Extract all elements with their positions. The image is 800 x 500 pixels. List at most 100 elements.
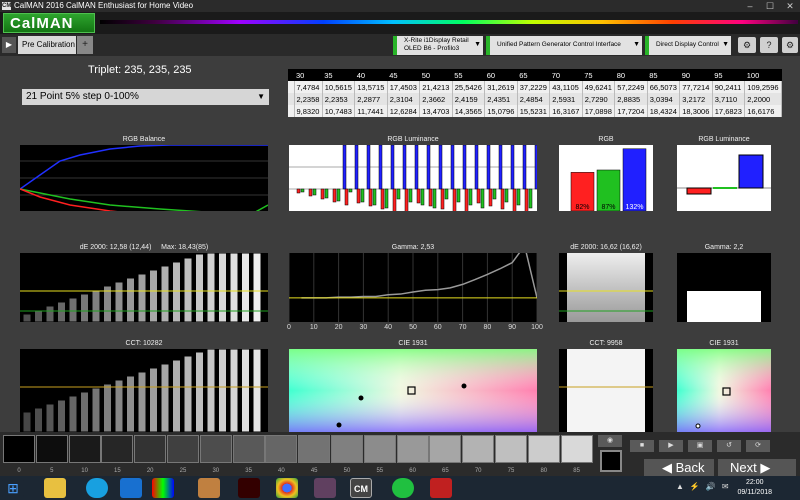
table-cell: 17,4503	[387, 81, 421, 93]
patch-swatch[interactable]	[560, 435, 593, 463]
red-luminance-bar	[452, 188, 457, 211]
options-button[interactable]: ⚙	[782, 37, 798, 53]
table-cell: 12,6284	[387, 105, 421, 117]
table-cell: 37,2229	[517, 81, 551, 93]
volume-icon[interactable]: 🔊	[706, 482, 716, 491]
de-bar	[80, 293, 89, 322]
blue-luminance-bar	[402, 145, 407, 190]
patch-label: 75	[507, 468, 515, 474]
whatsapp-icon[interactable]	[392, 478, 414, 498]
blue-luminance-bar	[522, 145, 527, 190]
help-button[interactable]: ?	[760, 37, 778, 53]
app-icon-red[interactable]	[430, 478, 452, 498]
patch-swatch[interactable]	[199, 435, 232, 463]
table-cell: 70	[549, 69, 583, 81]
teamviewer-icon[interactable]	[120, 478, 142, 498]
patch-swatch[interactable]	[429, 435, 462, 463]
table-cell: 25,5426	[452, 81, 486, 93]
display-control-name: Direct Display Control	[656, 41, 719, 48]
skype-icon[interactable]	[86, 478, 108, 498]
save-icon[interactable]: ▣	[688, 440, 712, 452]
loop-icon[interactable]: ↺	[717, 440, 741, 452]
table-cell: 45	[387, 69, 420, 81]
minimize-button[interactable]: –	[740, 0, 760, 12]
tab-pre-calibration[interactable]: Pre Calibration	[18, 36, 76, 54]
green-luminance-bar	[713, 187, 737, 189]
patch-swatch[interactable]	[35, 435, 68, 463]
chart-title: CCT: 9958	[589, 340, 623, 347]
patch-swatch[interactable]	[527, 435, 560, 463]
gamma-x-tick: 70	[458, 324, 467, 331]
red-luminance-bar	[392, 188, 397, 211]
patch-swatch[interactable]	[363, 435, 396, 463]
add-tab-button[interactable]: +	[77, 36, 93, 54]
next-button[interactable]: Next ▶	[718, 459, 796, 476]
blue-luminance-bar	[366, 145, 371, 190]
patch-label: 15	[114, 468, 121, 474]
chrome-icon[interactable]	[276, 478, 298, 498]
patch-label: 50	[343, 468, 351, 474]
calman-taskbar-icon[interactable]: CM	[350, 478, 372, 498]
chart-title: Gamma: 2,2	[704, 244, 744, 251]
meter-device-select[interactable]: X-Rite i1Display Retail OLED B6 - Profil…	[393, 36, 483, 55]
maximize-button[interactable]: ☐	[760, 0, 780, 12]
gamma-chart: Gamma: 2,53 0 10 20 30 40 50 60 70 80 90 100	[287, 244, 543, 334]
gamma-x-tick: 30	[359, 324, 368, 331]
display-control-select[interactable]: Direct Display Control ▼	[645, 36, 731, 55]
back-button[interactable]: ◀ Back	[644, 459, 714, 476]
rgb-bar-label: 87%	[601, 204, 615, 211]
play-icon[interactable]: ▶	[659, 440, 683, 452]
paint-icon[interactable]	[198, 478, 220, 498]
notification-icon[interactable]: ✉	[722, 482, 729, 491]
table-cell: 66,5073	[647, 81, 681, 93]
chart-title: Gamma: 2,53	[391, 244, 435, 251]
patch-swatch[interactable]	[232, 435, 265, 463]
patch-swatch[interactable]	[134, 435, 167, 463]
settings-button[interactable]: ⚙	[738, 37, 756, 53]
de-bar	[241, 253, 250, 322]
pattern-generator-select[interactable]: Unified Pattern Generator Control Interf…	[486, 36, 642, 55]
patch-swatch[interactable]	[167, 435, 199, 463]
file-explorer-icon[interactable]	[44, 478, 66, 498]
stop-measure-button[interactable]	[600, 450, 622, 472]
patch-swatch[interactable]	[462, 435, 495, 463]
chart-title: CCT: 10282	[125, 340, 163, 347]
media-app-icon[interactable]	[314, 478, 336, 498]
patch-swatch[interactable]	[331, 435, 363, 463]
patch-swatch[interactable]	[298, 435, 331, 463]
tray-arrow-icon[interactable]: ▲	[676, 482, 684, 491]
mode-select[interactable]: 21 Point 5% step 0-100% ▼	[22, 89, 269, 105]
de2000-single-chart: dE 2000: 16,62 (16,62)	[557, 244, 655, 322]
de-bar	[114, 281, 124, 322]
patch-swatch[interactable]	[68, 435, 101, 463]
gamma-x-tick: 40	[384, 324, 393, 331]
patch-label: 40	[278, 468, 285, 474]
patch-swatch[interactable]	[495, 435, 527, 463]
clock[interactable]: 22:00 09/11/2018	[737, 478, 772, 498]
table-cell: 7,4784	[294, 81, 323, 93]
color-app-icon[interactable]	[152, 478, 174, 498]
patch-swatch[interactable]	[396, 435, 429, 463]
blue-luminance-bar	[534, 145, 537, 190]
patch-swatch[interactable]	[101, 435, 134, 463]
windows-start-icon[interactable]: ⊞	[2, 478, 24, 498]
patch-swatch[interactable]	[3, 435, 35, 463]
green-luminance-bar	[456, 188, 461, 203]
de-bar	[126, 277, 135, 322]
stop-icon[interactable]: ■	[630, 440, 654, 452]
cie-small-plot	[677, 349, 771, 432]
next-arrow-icon: ▶	[760, 460, 771, 475]
app-icon-dark[interactable]	[238, 478, 260, 498]
close-button[interactable]: ✕	[780, 0, 800, 12]
battery-icon[interactable]: ⚡	[690, 482, 700, 491]
expand-arrow-button[interactable]: ▶	[2, 37, 16, 53]
patch-swatch[interactable]	[265, 435, 298, 463]
green-luminance-bar	[360, 188, 365, 203]
refresh-icon[interactable]: ⟳	[746, 440, 770, 452]
gamma-x-tick: 50	[409, 324, 417, 331]
green-luminance-bar	[372, 188, 377, 206]
cct-bar	[103, 383, 112, 432]
main-workspace: Triplet: 235, 235, 235 21 Point 5% step …	[0, 56, 800, 432]
record-icon[interactable]: ◉	[598, 435, 622, 447]
cct-bar	[160, 363, 170, 432]
